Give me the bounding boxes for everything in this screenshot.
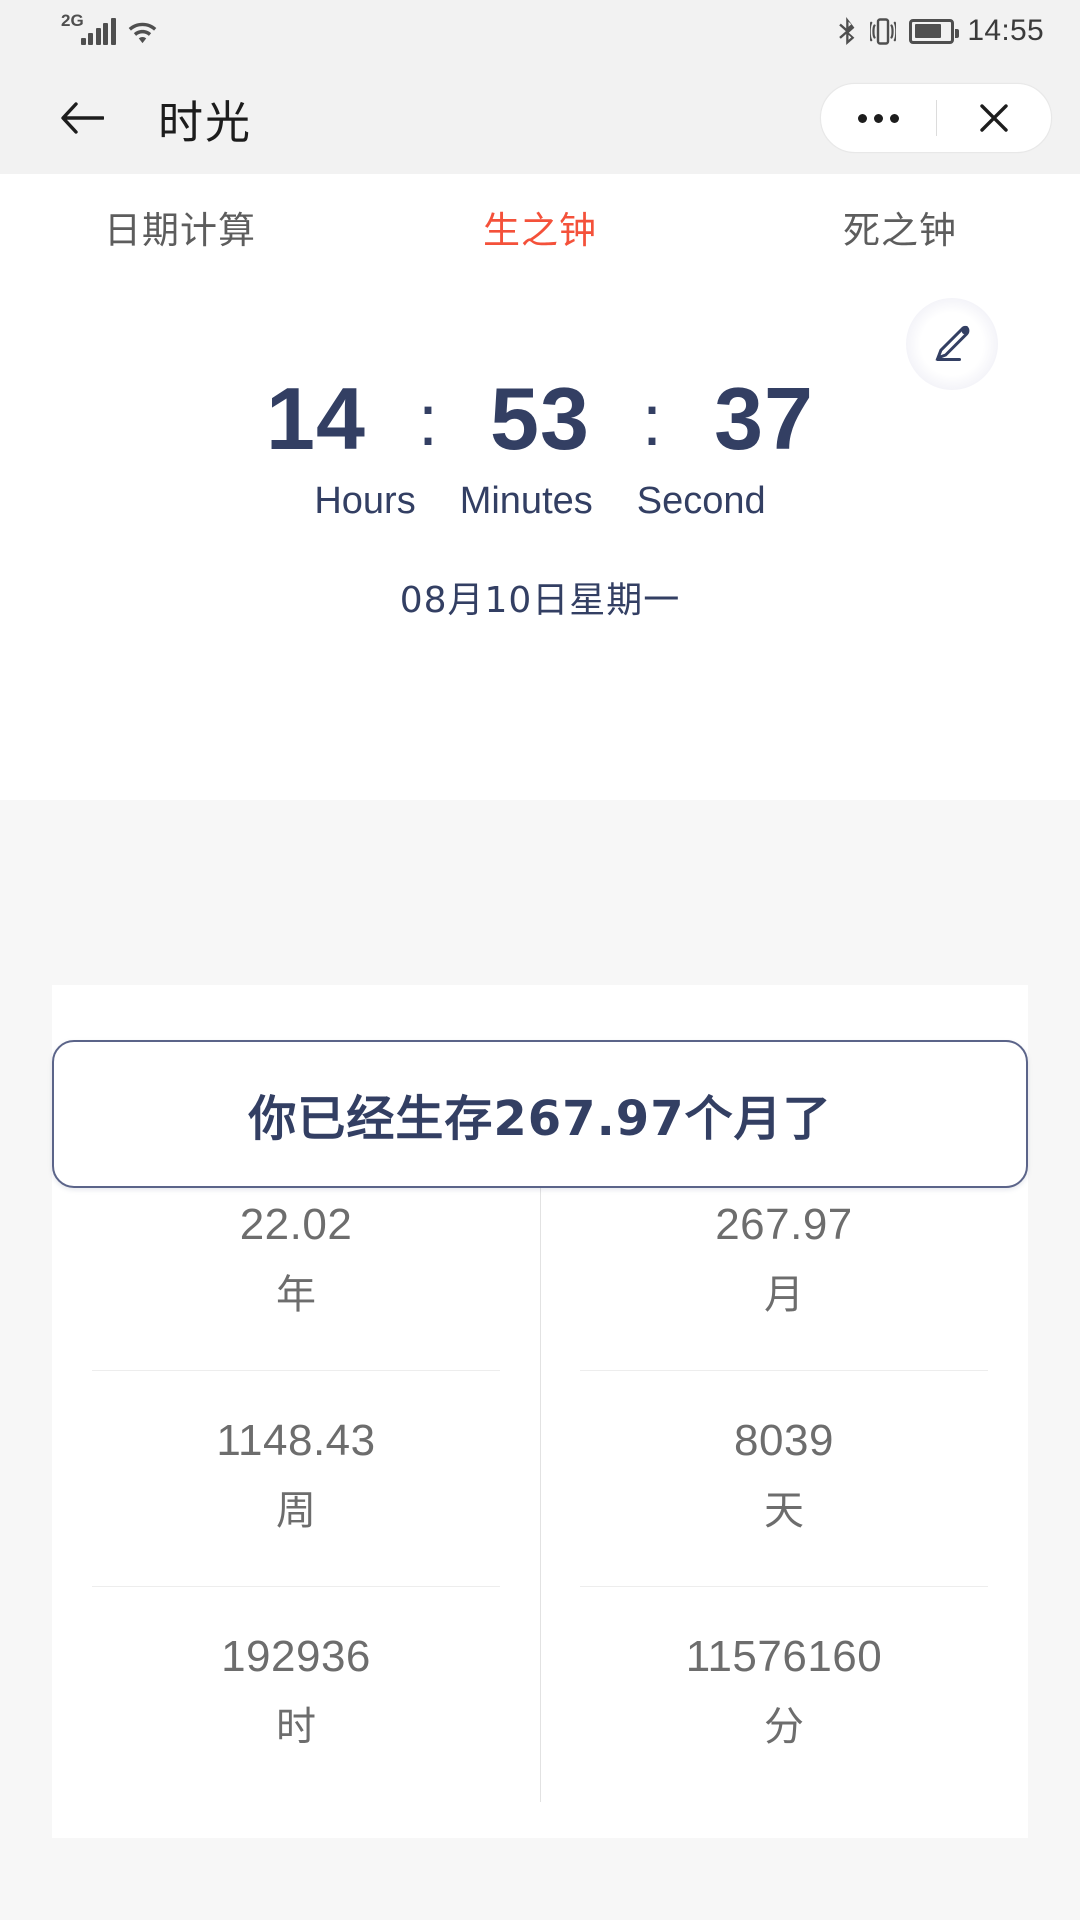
stat-unit: 时: [276, 1704, 316, 1750]
stat-unit: 周: [276, 1488, 316, 1534]
vibrate-icon: [870, 17, 897, 45]
clock-separator-1: :: [417, 381, 438, 461]
stat-value: 1148.43: [216, 1416, 376, 1465]
survival-summary-text: 你已经生存267.97个月了: [248, 1091, 832, 1147]
stat-unit: 年: [276, 1272, 316, 1318]
clock-hours-value: 14: [266, 369, 366, 468]
status-bar: 2G 14:55: [0, 0, 1080, 62]
clock-minutes-label: Minutes: [459, 480, 593, 522]
tab-date-calc[interactable]: 日期计算: [0, 200, 360, 254]
tab-death-clock[interactable]: 死之钟: [720, 200, 1080, 254]
clock-unit-labels: Hours Minutes Second: [0, 480, 1080, 523]
clock-panel: 14 : 53 : 37 Hours Minutes Second 08月10日…: [0, 280, 1080, 1188]
stat-value: 8039: [734, 1416, 834, 1465]
more-button[interactable]: [821, 84, 936, 152]
close-button[interactable]: [937, 84, 1052, 152]
stats-grid: 22.02 年 267.97 月 1148.43 周 8039 天 192936…: [52, 1154, 1028, 1802]
stat-cell-days: 8039 天: [540, 1370, 1028, 1586]
status-bar-clock: 14:55: [967, 14, 1044, 47]
clock-hours-label: Hours: [314, 480, 416, 522]
stat-value: 11576160: [685, 1632, 883, 1681]
current-date-label: 08月10日星期一: [399, 580, 681, 621]
stat-cell-weeks: 1148.43 周: [52, 1370, 540, 1586]
life-clock-display: 14 : 53 : 37: [0, 368, 1080, 470]
stat-cell-hours: 192936 时: [52, 1586, 540, 1802]
mini-program-capsule: [820, 83, 1052, 153]
signal-icon: 2G: [58, 12, 116, 45]
stat-value: 192936: [221, 1632, 371, 1681]
app-header: 时光: [0, 62, 1080, 174]
tab-life-clock[interactable]: 生之钟: [360, 200, 720, 254]
battery-icon: [909, 18, 960, 44]
tab-bar: 日期计算 生之钟 死之钟: [0, 174, 1080, 280]
stat-cell-minutes: 11576160 分: [540, 1586, 1028, 1802]
clock-minutes-value: 53: [490, 369, 590, 468]
bluetooth-icon: [839, 17, 855, 45]
back-button[interactable]: [46, 82, 118, 154]
stat-unit: 天: [764, 1488, 804, 1534]
status-bar-right: 14:55: [837, 14, 1044, 48]
stat-value: 22.02: [239, 1200, 353, 1249]
back-arrow-icon: [61, 102, 104, 134]
signal-bars-icon: [80, 17, 116, 45]
pencil-icon: [935, 325, 970, 361]
more-dots-icon: [857, 113, 899, 123]
page-body: 在这个世界上，你已经存在了 22.02 年 267.97 月 1148.43 周…: [0, 800, 1080, 1920]
network-type-label: 2G: [61, 10, 84, 30]
edit-birthday-button[interactable]: [906, 298, 998, 390]
close-icon: [980, 104, 1008, 132]
clock-separator-2: :: [642, 381, 663, 461]
stat-value: 267.97: [715, 1200, 853, 1249]
page-title: 时光: [158, 95, 253, 149]
stat-unit: 分: [764, 1704, 804, 1750]
status-bar-left: 2G: [58, 12, 159, 45]
wifi-icon: [128, 22, 157, 43]
stat-unit: 月: [764, 1272, 804, 1318]
survival-summary-box: 你已经生存267.97个月了: [52, 1040, 1028, 1188]
clock-seconds-label: Second: [636, 480, 766, 522]
clock-seconds-value: 37: [714, 369, 814, 468]
